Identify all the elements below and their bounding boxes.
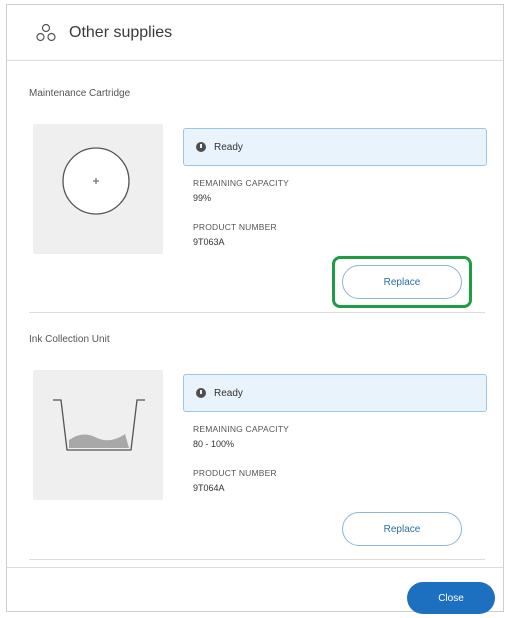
supplies-list[interactable]: Maintenance Cartridge Ready REMAINING CA… (7, 62, 503, 567)
replace-button[interactable]: Replace (342, 512, 462, 546)
supplies-icon (35, 22, 57, 44)
divider (29, 559, 485, 560)
dialog-header: Other supplies (7, 5, 503, 61)
info-icon (196, 388, 206, 398)
supply-item-maintenance-cartridge: Maintenance Cartridge Ready REMAINING CA… (7, 62, 503, 308)
dialog-title: Other supplies (69, 23, 173, 41)
supply-item-ink-collection-unit: Ink Collection Unit Ready REMAINING CAPA… (7, 314, 503, 559)
supply-name: Ink Collection Unit (29, 334, 110, 345)
maintenance-cartridge-image (33, 124, 163, 254)
other-supplies-dialog: Other supplies Maintenance Cartridge Rea… (6, 4, 504, 614)
ink-collection-unit-image (33, 370, 163, 500)
capacity-label: REMAINING CAPACITY (193, 424, 290, 434)
maintenance-cartridge-icon (62, 147, 130, 215)
capacity-value: 99% (193, 193, 212, 203)
supply-name: Maintenance Cartridge (29, 88, 131, 99)
ink-collection-unit-icon (53, 399, 145, 451)
replace-button[interactable]: Replace (342, 265, 462, 299)
close-button[interactable]: Close (407, 582, 495, 614)
capacity-label: REMAINING CAPACITY (193, 178, 290, 188)
divider (29, 312, 485, 313)
product-number-value: 9T064A (193, 483, 225, 493)
product-number-label: PRODUCT NUMBER (193, 222, 277, 232)
capacity-value: 80 - 100% (193, 439, 235, 449)
status-badge: Ready (183, 374, 487, 412)
dialog-footer: Close (7, 567, 503, 614)
status-badge: Ready (183, 128, 487, 166)
status-text: Ready (214, 141, 243, 153)
product-number-value: 9T063A (193, 237, 225, 247)
product-number-label: PRODUCT NUMBER (193, 468, 277, 478)
status-text: Ready (214, 387, 243, 399)
info-icon (196, 142, 206, 152)
